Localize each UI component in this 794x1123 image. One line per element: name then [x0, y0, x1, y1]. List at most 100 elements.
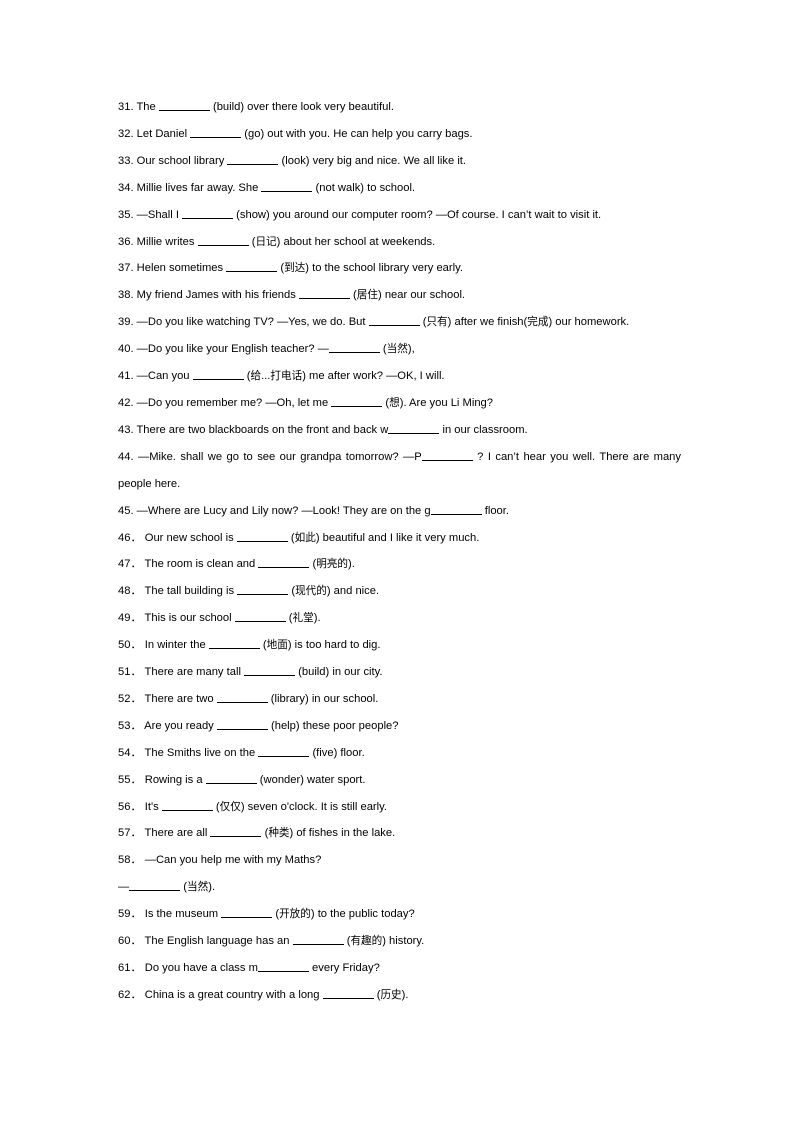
fill-in-blank[interactable]	[226, 261, 278, 273]
fill-in-blank[interactable]	[258, 557, 310, 569]
fill-in-blank[interactable]	[227, 154, 279, 165]
question-text: (go) out with you. He can help you carry…	[241, 127, 473, 140]
question-number: 46．	[118, 531, 145, 544]
question-item: 31. The (build) over there look very bea…	[118, 94, 681, 121]
hint-chinese: 历史	[380, 988, 402, 1001]
question-item: 45. —Where are Lucy and Lily now? —Look!…	[118, 498, 681, 525]
question-text: —Mike. shall we go to see our grandpa to…	[138, 450, 422, 463]
question-text: Rowing is a	[144, 773, 206, 786]
question-text: Millie lives far away. She	[136, 181, 262, 194]
fill-in-blank[interactable]	[328, 342, 380, 354]
question-text: Our new school is	[144, 531, 237, 544]
question-number: 42.	[118, 396, 137, 409]
fill-in-blank[interactable]	[221, 907, 273, 919]
question-number: 34.	[118, 181, 137, 194]
question-text: —Do you like your English teacher? —	[136, 343, 329, 356]
question-number: 38.	[118, 289, 137, 302]
fill-in-blank[interactable]	[292, 934, 344, 946]
question-text: —Do you like watching TV? —Yes, we do. B…	[136, 316, 369, 329]
question-text: Our school library	[136, 154, 228, 167]
fill-in-blank[interactable]	[158, 100, 210, 111]
worksheet-page: 31. The (build) over there look very bea…	[0, 0, 794, 1123]
fill-in-blank[interactable]	[257, 961, 309, 972]
question-item-continuation: — (当然).	[118, 874, 681, 901]
question-text: (	[379, 343, 387, 356]
question-number: 41.	[118, 370, 137, 383]
question-text: There are all	[144, 827, 211, 840]
question-number: 40.	[118, 343, 137, 356]
question-text: (build) in our city.	[295, 666, 383, 679]
fill-in-blank[interactable]	[190, 127, 242, 138]
question-text: ).	[401, 988, 409, 1001]
question-text: —Can you help me with my Maths?	[144, 854, 322, 867]
question-number: 37.	[118, 262, 137, 275]
question-number: 48．	[118, 585, 145, 598]
question-text: Do you have a class m	[144, 962, 258, 974]
question-number: 56．	[118, 800, 145, 813]
question-number: 62．	[118, 988, 145, 1001]
fill-in-blank[interactable]	[331, 396, 383, 407]
question-number: 60．	[118, 935, 145, 948]
fill-in-blank[interactable]	[182, 207, 234, 219]
question-number: 43.	[118, 423, 137, 436]
fill-in-blank[interactable]	[197, 234, 249, 246]
fill-in-blank[interactable]	[161, 799, 213, 811]
question-item: 46． Our new school is (如此) beautiful and…	[118, 525, 681, 552]
question-text: (not walk) to school.	[312, 181, 416, 194]
question-text: ) history.	[382, 935, 425, 948]
fill-in-blank[interactable]	[244, 665, 296, 677]
question-text: The Smiths live on the	[144, 746, 259, 759]
question-item: 54． The Smiths live on the (five) floor.	[118, 740, 681, 767]
question-item: 38. My friend James with his friends (居住…	[118, 282, 681, 309]
fill-in-blank[interactable]	[216, 692, 268, 703]
fill-in-blank[interactable]	[192, 369, 244, 381]
question-item: 50． In winter the (地面) is too hard to di…	[118, 632, 681, 659]
question-text: floor.	[481, 504, 509, 517]
question-text: ).	[313, 612, 321, 625]
hint-chinese: 居住	[356, 289, 378, 302]
question-text: Let Daniel	[136, 127, 191, 140]
hint-chinese: 地面	[266, 639, 288, 652]
hint-chinese: 明亮的	[316, 558, 348, 571]
fill-in-blank[interactable]	[261, 180, 313, 192]
fill-in-blank[interactable]	[430, 503, 482, 515]
fill-in-blank[interactable]	[210, 826, 262, 838]
fill-in-blank[interactable]	[216, 719, 268, 730]
fill-in-blank[interactable]	[421, 449, 473, 461]
hint-chinese: 仅仅	[219, 800, 241, 813]
fill-in-blank[interactable]	[237, 584, 289, 596]
question-text: The room is clean and	[144, 558, 259, 571]
question-text: It's	[144, 800, 162, 813]
hint-chinese: 种类	[268, 827, 290, 840]
question-text: In winter the	[144, 639, 209, 652]
question-number: 51．	[118, 666, 145, 679]
question-text: ) our homework.	[548, 316, 630, 329]
fill-in-blank[interactable]	[388, 423, 440, 434]
question-text: (	[349, 289, 357, 302]
question-number: 52．	[118, 692, 145, 705]
question-number: 49．	[118, 612, 145, 625]
question-number: 44.	[118, 450, 138, 463]
question-text: Helen sometimes	[136, 262, 227, 275]
question-item: 37. Helen sometimes (到达) to the school l…	[118, 255, 681, 282]
fill-in-blank[interactable]	[205, 772, 257, 784]
question-text: (	[180, 881, 188, 894]
fill-in-blank[interactable]	[236, 530, 288, 542]
question-text: ...	[261, 370, 271, 383]
fill-in-blank[interactable]	[234, 611, 286, 623]
question-item: 59． Is the museum (开放的) to the public to…	[118, 901, 681, 928]
hint-chinese: 有趣的	[350, 935, 383, 948]
fill-in-blank[interactable]	[368, 315, 420, 327]
question-number: 47．	[118, 558, 145, 571]
question-number: 45.	[118, 504, 137, 517]
fill-in-blank[interactable]	[298, 288, 350, 300]
fill-in-blank[interactable]	[258, 745, 310, 757]
fill-in-blank[interactable]	[208, 638, 260, 650]
hint-chinese: 完成	[527, 316, 549, 329]
fill-in-blank[interactable]	[129, 880, 181, 892]
question-number: 54．	[118, 746, 145, 759]
question-item: 62． China is a great country with a long…	[118, 982, 681, 1009]
fill-in-blank[interactable]	[322, 988, 374, 999]
question-item: 43. There are two blackboards on the fro…	[118, 417, 681, 444]
question-text: China is a great country with a long	[144, 988, 323, 1001]
